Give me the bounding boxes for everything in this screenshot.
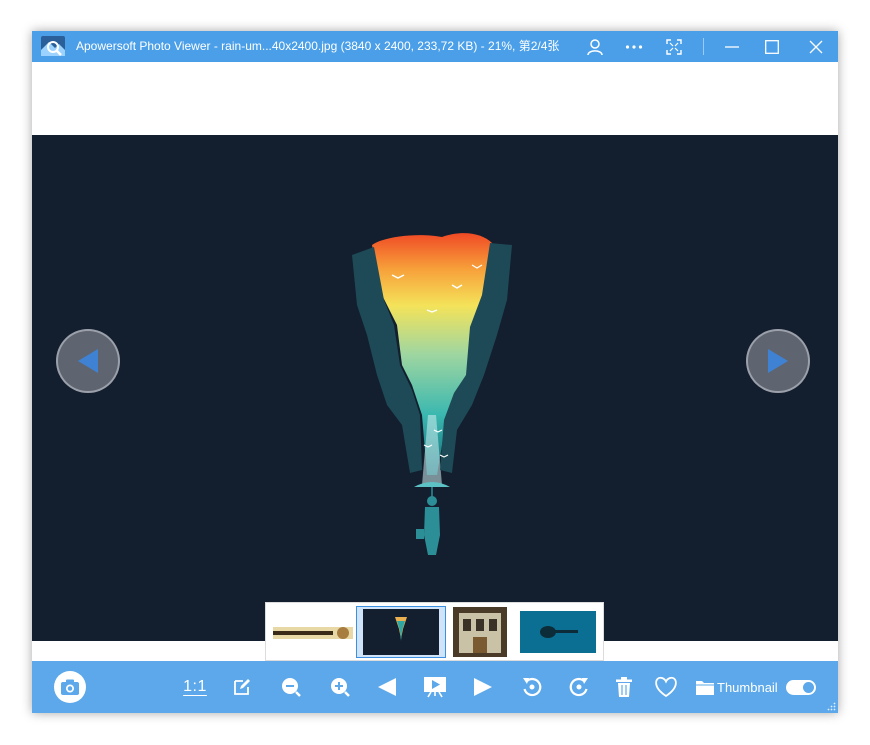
thumbnail-1-image	[273, 627, 353, 639]
account-button[interactable]	[583, 31, 607, 62]
next-button[interactable]	[471, 661, 495, 713]
fullscreen-button[interactable]	[662, 31, 686, 62]
thumbnail-3[interactable]	[453, 607, 507, 657]
rotate-left-icon	[523, 678, 542, 697]
folder-icon	[696, 681, 714, 695]
photo-viewer-window: Apowersoft Photo Viewer - rain-um...40x2…	[32, 31, 838, 713]
thumbnail-4[interactable]	[520, 607, 598, 657]
thumbnail-3-image	[453, 607, 507, 657]
zoom-in-icon	[331, 678, 350, 697]
minimize-icon	[725, 45, 739, 48]
camera-icon	[54, 671, 86, 703]
title-bar[interactable]: Apowersoft Photo Viewer - rain-um...40x2…	[32, 31, 838, 62]
thumbnail-4-image	[520, 611, 596, 653]
minimize-button[interactable]	[720, 31, 744, 62]
window-title: Apowersoft Photo Viewer - rain-um...40x2…	[76, 39, 560, 53]
next-image-button[interactable]	[746, 329, 810, 393]
triangle-left-icon	[78, 349, 98, 373]
thumbnail-1[interactable]	[273, 607, 353, 657]
fullscreen-icon	[666, 38, 682, 55]
screenshot-button[interactable]	[53, 661, 87, 713]
thumbnail-label: Thumbnail	[717, 679, 778, 695]
close-icon	[809, 40, 823, 53]
resize-grip-icon[interactable]	[826, 701, 836, 711]
previous-button[interactable]	[375, 661, 399, 713]
zoom-in-button[interactable]	[328, 661, 352, 713]
previous-image-button[interactable]	[56, 329, 120, 393]
thumbnail-strip	[265, 602, 604, 661]
edit-button[interactable]	[230, 661, 254, 713]
maximize-icon	[765, 39, 779, 54]
image-viewer[interactable]	[32, 135, 838, 641]
close-button[interactable]	[804, 31, 828, 62]
more-button[interactable]	[622, 31, 646, 62]
app-logo-icon	[41, 36, 65, 56]
thumbnail-toggle[interactable]	[786, 680, 816, 695]
next-icon	[474, 678, 492, 696]
maximize-button[interactable]	[760, 31, 784, 62]
rotate-left-button[interactable]	[519, 661, 545, 713]
favorite-button[interactable]	[652, 661, 680, 713]
delete-icon	[616, 677, 632, 697]
bottom-toolbar: 1:1 Thumbnail	[32, 661, 838, 713]
displayed-photo	[352, 233, 512, 555]
titlebar-divider	[703, 38, 704, 55]
zoom-out-icon	[282, 678, 301, 697]
thumbnail-2-image	[363, 609, 439, 655]
previous-icon	[378, 678, 396, 696]
thumbnail-2[interactable]	[356, 606, 446, 658]
account-icon	[587, 38, 603, 55]
slideshow-button[interactable]	[422, 661, 448, 713]
slideshow-icon	[424, 677, 446, 698]
more-icon	[625, 44, 643, 49]
rotate-right-button[interactable]	[566, 661, 592, 713]
heart-icon	[655, 676, 677, 698]
rotate-right-icon	[569, 678, 588, 697]
edit-icon	[234, 679, 250, 695]
actual-size-label: 1:1	[183, 678, 207, 695]
thumbnail-toggle-label-group[interactable]: Thumbnail	[695, 661, 781, 713]
actual-size-button[interactable]: 1:1	[180, 661, 210, 713]
toggle-knob	[803, 682, 814, 693]
zoom-out-button[interactable]	[279, 661, 303, 713]
triangle-right-icon	[768, 349, 788, 373]
delete-button[interactable]	[612, 661, 636, 713]
